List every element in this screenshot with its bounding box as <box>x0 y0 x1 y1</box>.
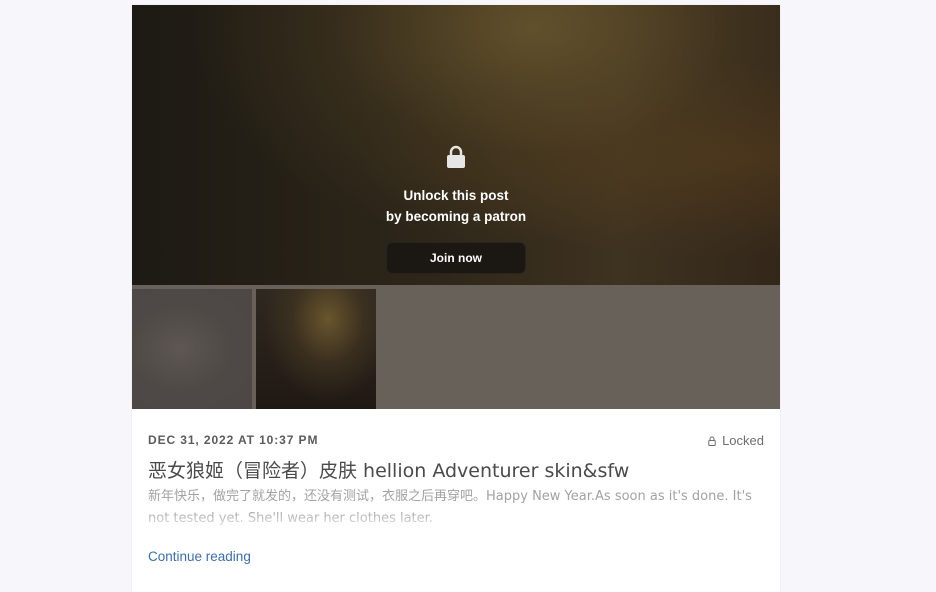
continue-reading-link[interactable]: Continue reading <box>148 549 251 564</box>
post-excerpt: 新年快乐，做完了就发的，还没有测试，衣服之后再穿吧。Happy New Year… <box>148 489 752 526</box>
image-gallery <box>132 285 780 409</box>
gallery-thumbnail[interactable] <box>256 289 376 409</box>
gallery-thumbnail[interactable] <box>132 289 252 409</box>
locked-label: Locked <box>722 433 764 448</box>
unlock-heading: Unlock this post <box>403 188 509 203</box>
unlock-subheading: by becoming a patron <box>385 209 527 224</box>
locked-status: Locked <box>708 433 764 448</box>
post-title[interactable]: 恶女狼姬（冒险者）皮肤 hellion Adventurer skin&sfw <box>148 456 629 483</box>
post-date: DEC 31, 2022 AT 10:37 PM <box>148 433 319 447</box>
locked-media-preview: Unlock this post by becoming a patron Jo… <box>132 5 780 285</box>
post-card: Unlock this post by becoming a patron Jo… <box>132 5 780 592</box>
lock-icon <box>708 436 716 446</box>
lock-icon <box>447 145 465 168</box>
join-now-button[interactable]: Join now <box>386 242 526 274</box>
